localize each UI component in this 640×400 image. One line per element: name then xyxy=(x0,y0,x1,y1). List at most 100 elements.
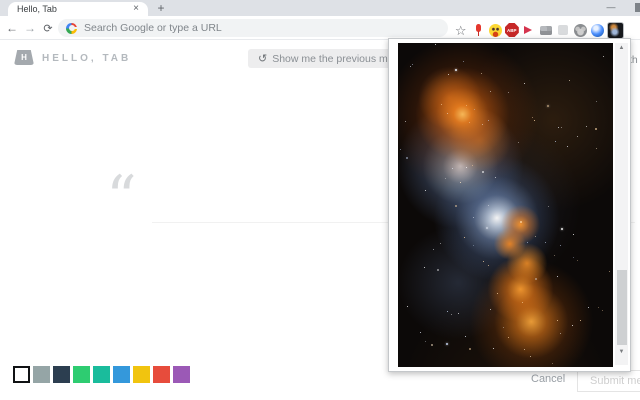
star-dot xyxy=(494,177,496,179)
star-dot xyxy=(557,319,559,321)
star-dot xyxy=(545,242,547,244)
star-dot xyxy=(548,206,550,208)
share-arrow-icon[interactable] xyxy=(520,22,536,38)
star-dot xyxy=(480,73,482,75)
star-dot xyxy=(463,61,465,63)
color-swatch[interactable] xyxy=(133,366,150,383)
star-dot xyxy=(560,333,562,335)
star-dot xyxy=(546,105,549,108)
star-dot xyxy=(487,205,489,207)
star-dot xyxy=(440,103,442,105)
star-dot xyxy=(585,125,587,127)
color-swatch[interactable] xyxy=(33,366,50,383)
new-tab-button[interactable]: + xyxy=(154,1,168,15)
star-dot xyxy=(448,73,450,75)
star-dot xyxy=(425,189,427,191)
bookmark-star-icon[interactable] xyxy=(453,22,469,38)
color-swatch[interactable] xyxy=(153,366,170,383)
star-dot xyxy=(412,64,414,66)
star-dot xyxy=(559,244,561,246)
adblock-icon[interactable]: ABP xyxy=(504,23,519,37)
star-dot xyxy=(609,271,611,273)
cancel-button[interactable]: Cancel xyxy=(531,373,565,385)
popup-scrollbar[interactable]: ▲ ▼ xyxy=(615,43,628,365)
star-dot xyxy=(434,44,436,46)
monkey-icon[interactable] xyxy=(572,22,588,38)
browser-tab[interactable]: Hello, Tab × xyxy=(8,2,148,16)
color-swatch[interactable] xyxy=(13,366,30,383)
star-dot xyxy=(424,267,426,269)
star-dot xyxy=(532,117,534,119)
star-dot xyxy=(459,181,461,183)
star-dot xyxy=(527,242,529,244)
star-dot xyxy=(404,121,406,123)
star-dot xyxy=(455,68,458,71)
star-dot xyxy=(445,342,448,345)
star-dot xyxy=(446,311,448,313)
star-dot xyxy=(517,141,519,143)
scrollbar-thumb[interactable] xyxy=(616,270,627,345)
star-dot xyxy=(595,147,597,149)
blue-globe-icon[interactable] xyxy=(590,22,606,38)
star-dot xyxy=(560,227,563,230)
window-control-partial[interactable] xyxy=(635,3,640,12)
star-dot xyxy=(481,171,484,174)
star-dot xyxy=(502,327,504,329)
star-dot xyxy=(535,277,538,280)
star-dot xyxy=(407,305,409,307)
star-dot xyxy=(521,302,523,304)
star-dot xyxy=(447,113,449,115)
smiley-icon[interactable] xyxy=(487,22,503,38)
color-swatch[interactable] xyxy=(173,366,190,383)
star-dot xyxy=(488,265,490,267)
hello-tab-active-icon[interactable] xyxy=(607,21,625,39)
color-swatch[interactable] xyxy=(53,366,70,383)
star-dot xyxy=(603,55,605,57)
submit-message-button[interactable]: Submit mess xyxy=(577,370,640,392)
star-dot xyxy=(450,314,452,316)
star-dot xyxy=(444,178,446,180)
red-pin-icon[interactable] xyxy=(470,22,486,38)
star-dot xyxy=(490,91,492,93)
star-dot xyxy=(455,205,458,208)
page-title: HELLO, TAB xyxy=(42,53,132,64)
star-dot xyxy=(588,307,590,309)
back-button[interactable]: ← xyxy=(4,20,20,36)
extension-popup: ▲ ▼ xyxy=(388,38,631,372)
nebula-photo[interactable] xyxy=(398,43,613,367)
star-dot xyxy=(464,237,466,239)
star-dot xyxy=(601,310,603,312)
minimize-window-button[interactable]: — xyxy=(604,0,618,14)
scroll-up-icon[interactable]: ▲ xyxy=(615,43,628,53)
close-tab-icon[interactable]: × xyxy=(133,4,139,14)
color-swatch[interactable] xyxy=(113,366,130,383)
star-dot xyxy=(508,91,510,93)
star-dot xyxy=(576,259,578,261)
star-dot xyxy=(571,324,573,326)
star-dot xyxy=(432,248,434,250)
color-swatch[interactable] xyxy=(73,366,90,383)
undo-icon: ↺ xyxy=(258,53,268,65)
star-dot xyxy=(466,105,468,107)
star-dot xyxy=(561,127,563,129)
dim-icon[interactable] xyxy=(555,22,571,38)
color-swatch[interactable] xyxy=(93,366,110,383)
star-dot xyxy=(481,123,483,125)
star-dot xyxy=(469,122,471,124)
star-dot xyxy=(493,348,494,350)
star-dot xyxy=(580,319,582,321)
star-dot xyxy=(473,217,475,219)
forward-button[interactable]: → xyxy=(22,20,38,36)
star-dot xyxy=(524,82,526,84)
address-bar[interactable]: Search Google or type a URL xyxy=(58,19,448,37)
scroll-down-icon[interactable]: ▼ xyxy=(615,347,628,357)
reload-button[interactable]: ⟳ xyxy=(40,20,56,36)
star-dot xyxy=(482,260,484,262)
star-dot xyxy=(572,256,574,258)
window-icon[interactable] xyxy=(538,22,554,38)
star-dot xyxy=(568,79,570,81)
star-dot xyxy=(468,347,471,350)
tab-title: Hello, Tab xyxy=(17,4,57,14)
star-dot xyxy=(420,331,422,333)
tab-strip: Hello, Tab × + — xyxy=(0,0,640,16)
